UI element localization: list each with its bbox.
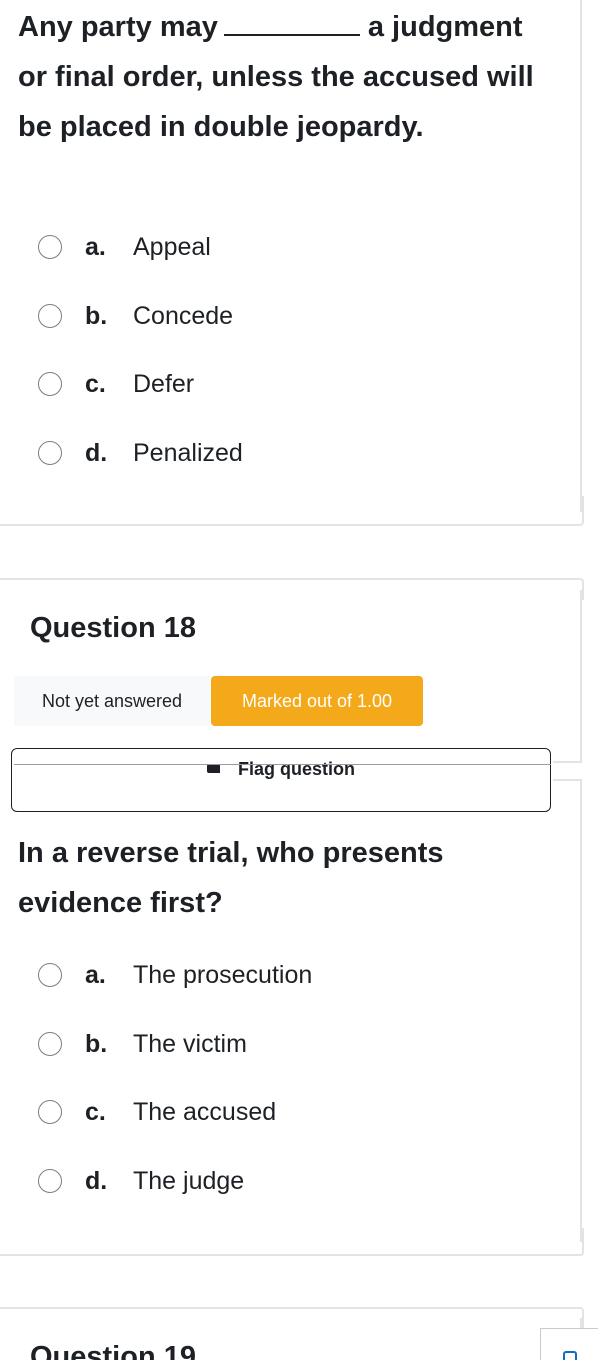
radio-button[interactable] — [38, 1032, 62, 1056]
marked-out-of-badge: Marked out of 1.00 — [211, 676, 423, 726]
answer-text: The accused — [133, 1097, 277, 1126]
flag-question-content[interactable]: Flag question — [12, 759, 550, 780]
q17-text-before: Any party may — [18, 11, 218, 43]
divider — [14, 764, 551, 765]
answer-letter: b. — [85, 1029, 108, 1058]
question-title: Question 19 — [30, 1341, 196, 1360]
q17-answer-c[interactable]: c. Defer — [38, 367, 194, 401]
answer-text: Concede — [133, 301, 234, 330]
radio-button[interactable] — [38, 1169, 62, 1193]
answer-text: The judge — [133, 1166, 245, 1195]
answer-text: Penalized — [133, 438, 243, 467]
status-badge: Not yet answered — [14, 676, 210, 726]
question-title: Question 18 — [30, 612, 196, 644]
q18-info-card-bottom — [553, 761, 582, 763]
answer-letter: c. — [85, 369, 106, 398]
radio-button[interactable] — [38, 963, 62, 987]
answer-letter: d. — [85, 1166, 108, 1195]
q18-content-card-top — [553, 779, 582, 781]
answer-text: Appeal — [133, 232, 211, 261]
flag-icon — [207, 764, 220, 773]
answer-letter: a. — [85, 232, 106, 261]
quiz-page: Any party may a judgment or final order, … — [0, 0, 598, 1360]
q18-content-card-border — [580, 780, 582, 1242]
help-icon[interactable] — [563, 1351, 577, 1360]
answer-letter: a. — [85, 960, 106, 989]
q18-info-card-border — [580, 590, 582, 762]
q18-content-card-bottom — [0, 1228, 584, 1256]
answer-letter: c. — [85, 1097, 106, 1126]
answer-letter: d. — [85, 438, 108, 467]
answer-text: The prosecution — [133, 960, 313, 989]
answer-text: The victim — [133, 1029, 247, 1058]
q18-answer-d[interactable]: d. The judge — [38, 1164, 244, 1198]
q17-card-border — [580, 0, 582, 512]
q18-answer-a[interactable]: a. The prosecution — [38, 958, 312, 992]
answer-letter: b. — [85, 301, 108, 330]
flag-question-button[interactable]: Flag question — [11, 748, 551, 812]
q18-info-card-top — [0, 578, 584, 600]
q17-answer-b[interactable]: b. Concede — [38, 299, 233, 333]
answer-text: Defer — [133, 369, 195, 398]
q19-card-top — [0, 1307, 584, 1329]
q17-answer-a[interactable]: a. Appeal — [38, 230, 211, 264]
flag-question-label: Flag question — [238, 759, 355, 779]
q18-question-text: In a reverse trial, who presents evidenc… — [18, 837, 444, 919]
q17-answer-d[interactable]: d. Penalized — [38, 436, 243, 470]
radio-button[interactable] — [38, 1100, 62, 1124]
radio-button[interactable] — [38, 441, 62, 465]
q17-blank — [223, 12, 360, 36]
q17-card-bottom — [0, 496, 584, 526]
radio-button[interactable] — [38, 235, 62, 259]
radio-button[interactable] — [38, 372, 62, 396]
q17-question-text: Any party may a judgment or final order, … — [18, 2, 558, 152]
radio-button[interactable] — [38, 304, 62, 328]
q18-answer-b[interactable]: b. The victim — [38, 1027, 247, 1061]
q18-answer-c[interactable]: c. The accused — [38, 1095, 276, 1129]
